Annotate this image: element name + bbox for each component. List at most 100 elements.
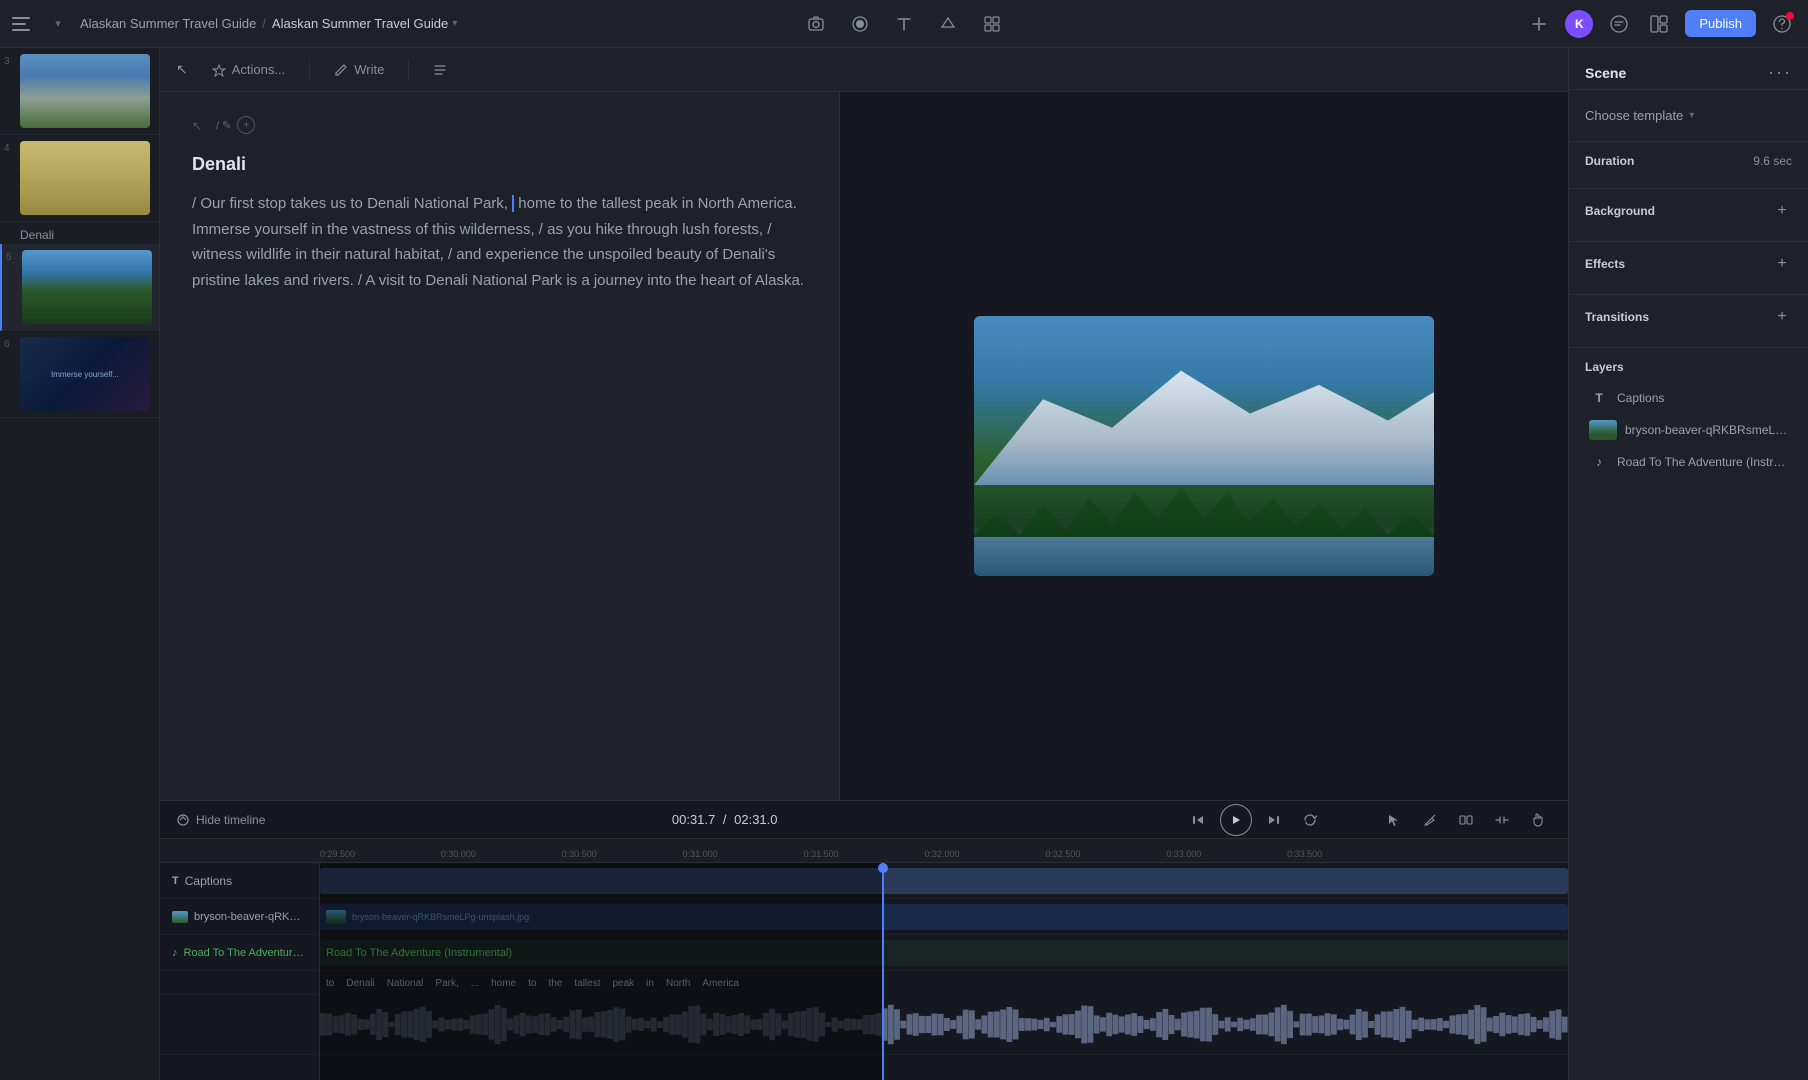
timeline-header: Hide timeline 00:31.7 / 02:31.0 (160, 801, 1568, 839)
playhead[interactable] (882, 863, 884, 1080)
list-button[interactable] (425, 59, 455, 81)
right-panel: Scene ··· Choose template ▾ Duration 9.6… (1568, 48, 1808, 1080)
duration-section: Duration 9.6 sec (1569, 142, 1808, 189)
stretch-tool[interactable] (1488, 806, 1516, 834)
add-icon[interactable] (1525, 10, 1553, 38)
word-chip: home (485, 978, 522, 989)
slide-item-3[interactable]: 3 (0, 48, 159, 135)
layer-music-icon: ♪ (1589, 452, 1609, 472)
word-chip: the (542, 978, 568, 989)
captions-track-row[interactable] (320, 863, 1568, 899)
effects-section: Effects + (1569, 242, 1808, 295)
add-line-btn[interactable]: + (237, 116, 255, 134)
hide-timeline-button[interactable]: Hide timeline (176, 813, 265, 827)
layout-icon-wrapper[interactable] (1645, 10, 1673, 38)
topbar-left: ▾ Alaskan Summer Travel Guide / Alaskan … (12, 10, 794, 38)
topbar-center (802, 10, 1006, 38)
transitions-header: Transitions + (1585, 307, 1792, 327)
record-icon[interactable] (846, 10, 874, 38)
waveform-row (320, 995, 1568, 1055)
breadcrumb-project[interactable]: Alaskan Summer Travel Guide (80, 16, 256, 31)
word-chip: in (640, 978, 660, 989)
choose-template-button[interactable]: Choose template ▾ (1585, 102, 1792, 129)
timeline-time: 00:31.7 / 02:31.0 (281, 812, 1168, 827)
effects-label: Effects (1585, 257, 1625, 271)
capture-icon[interactable] (802, 10, 830, 38)
cursor-icon[interactable]: ↖ (176, 61, 188, 78)
chat-icon-wrapper[interactable] (1605, 10, 1633, 38)
breadcrumb: Alaskan Summer Travel Guide / Alaskan Su… (80, 16, 457, 31)
music-clip[interactable]: Road To The Adventure (Instrumental) (320, 940, 1568, 966)
image-clip[interactable]: bryson-beaver-qRKBRsmeLPg-unsplash.jpg (320, 904, 1568, 930)
ruler-mark: 0:33.500 (1287, 849, 1408, 862)
image-track-row[interactable]: bryson-beaver-qRKBRsmeLPg-unsplash.jpg (320, 899, 1568, 935)
background-add-button[interactable]: + (1772, 201, 1792, 221)
editor-area: ↖ Actions... Write (160, 48, 1568, 800)
split-tool[interactable] (1452, 806, 1480, 834)
layer-image-label: bryson-beaver-qRKBRsmeLPg-... (1625, 423, 1788, 437)
script-text[interactable]: / Our first stop takes us to Denali Nati… (192, 191, 807, 293)
help-icon-wrapper[interactable] (1768, 10, 1796, 38)
word-chip: Denali (340, 978, 380, 989)
word-chip: America (696, 978, 745, 989)
effects-add-button[interactable]: + (1772, 254, 1792, 274)
select-tool[interactable] (1380, 806, 1408, 834)
layers-label: Layers (1585, 360, 1624, 374)
waveform-svg (320, 995, 1568, 1054)
layer-item-captions[interactable]: T Captions (1585, 382, 1792, 414)
actions-button[interactable]: Actions... (204, 58, 293, 81)
playhead-head (878, 863, 888, 873)
pen-tool[interactable] (1416, 806, 1444, 834)
shape-icon[interactable] (934, 10, 962, 38)
hand-tool[interactable] (1524, 806, 1552, 834)
total-time: 02:31.0 (734, 812, 777, 827)
layer-item-image[interactable]: bryson-beaver-qRKBRsmeLPg-... (1585, 414, 1792, 446)
image-track-label: bryson-beaver-qRKBRsmeLPg-unsplash.jpg (160, 899, 319, 935)
transitions-add-button[interactable]: + (1772, 307, 1792, 327)
scene-menu-dots[interactable]: ··· (1768, 62, 1792, 83)
publish-button[interactable]: Publish (1685, 10, 1756, 37)
word-chip: to (522, 978, 542, 989)
rewind-button[interactable] (1184, 806, 1212, 834)
slide-item-5[interactable]: 5 (0, 244, 159, 331)
text-tool-icon[interactable] (890, 10, 918, 38)
track-content: bryson-beaver-qRKBRsmeLPg-unsplash.jpg R… (320, 863, 1568, 1080)
forward-button[interactable] (1260, 806, 1288, 834)
duration-label: Duration (1585, 154, 1634, 168)
music-track-row[interactable]: Road To The Adventure (Instrumental) (320, 935, 1568, 971)
background-header: Background + (1585, 201, 1792, 221)
slide-item-4[interactable]: 4 (0, 135, 159, 222)
ruler-mark: 0:33.000 (1166, 849, 1287, 862)
slide-thumb-5 (22, 250, 152, 324)
slide-number-3: 3 (4, 56, 10, 67)
transitions-label: Transitions (1585, 310, 1649, 324)
layer-item-music[interactable]: ♪ Road To The Adventure (Instru... (1585, 446, 1792, 478)
scene-panel-title: Scene (1585, 65, 1626, 81)
image-thumb-mini (172, 911, 188, 923)
background-section: Background + (1569, 189, 1808, 242)
ruler-mark: 0:32.500 (1045, 849, 1166, 862)
slide-number-5: 5 (6, 252, 12, 263)
track-labels: T Captions bryson-beaver-qRKBRsmeLPg-uns… (160, 863, 320, 1080)
preview-image (974, 316, 1434, 576)
choose-template-section: Choose template ▾ (1569, 90, 1808, 142)
breadcrumb-scene[interactable]: Alaskan Summer Travel Guide ▾ (272, 16, 457, 31)
menu-icon[interactable] (12, 12, 36, 36)
preview-water (974, 537, 1434, 576)
dropdown-chevron-icon[interactable]: ▾ (44, 10, 72, 38)
ruler-mark: 0:31.000 (683, 849, 804, 862)
grid-icon[interactable] (978, 10, 1006, 38)
current-time: 00:31.7 (672, 812, 715, 827)
layer-text-icon: T (1589, 388, 1609, 408)
caption-clip[interactable] (320, 868, 1568, 894)
avatar[interactable]: K (1565, 10, 1593, 38)
music-track-label: ♪ Road To The Adventure (Instrumental) (160, 935, 319, 971)
play-button[interactable] (1220, 804, 1252, 836)
write-button[interactable]: Write (326, 58, 392, 81)
slide-item-6[interactable]: 6 Immerse yourself... (0, 331, 159, 418)
loop-button[interactable] (1296, 806, 1324, 834)
timeline-area: Hide timeline 00:31.7 / 02:31.0 (160, 800, 1568, 1080)
words-row: to Denali National Park, ... home to the… (320, 971, 1568, 995)
script-panel: ↖ / ✎ + Denali / Our first stop takes us… (160, 92, 840, 800)
editor-toolbar: ↖ Actions... Write (160, 48, 1568, 92)
